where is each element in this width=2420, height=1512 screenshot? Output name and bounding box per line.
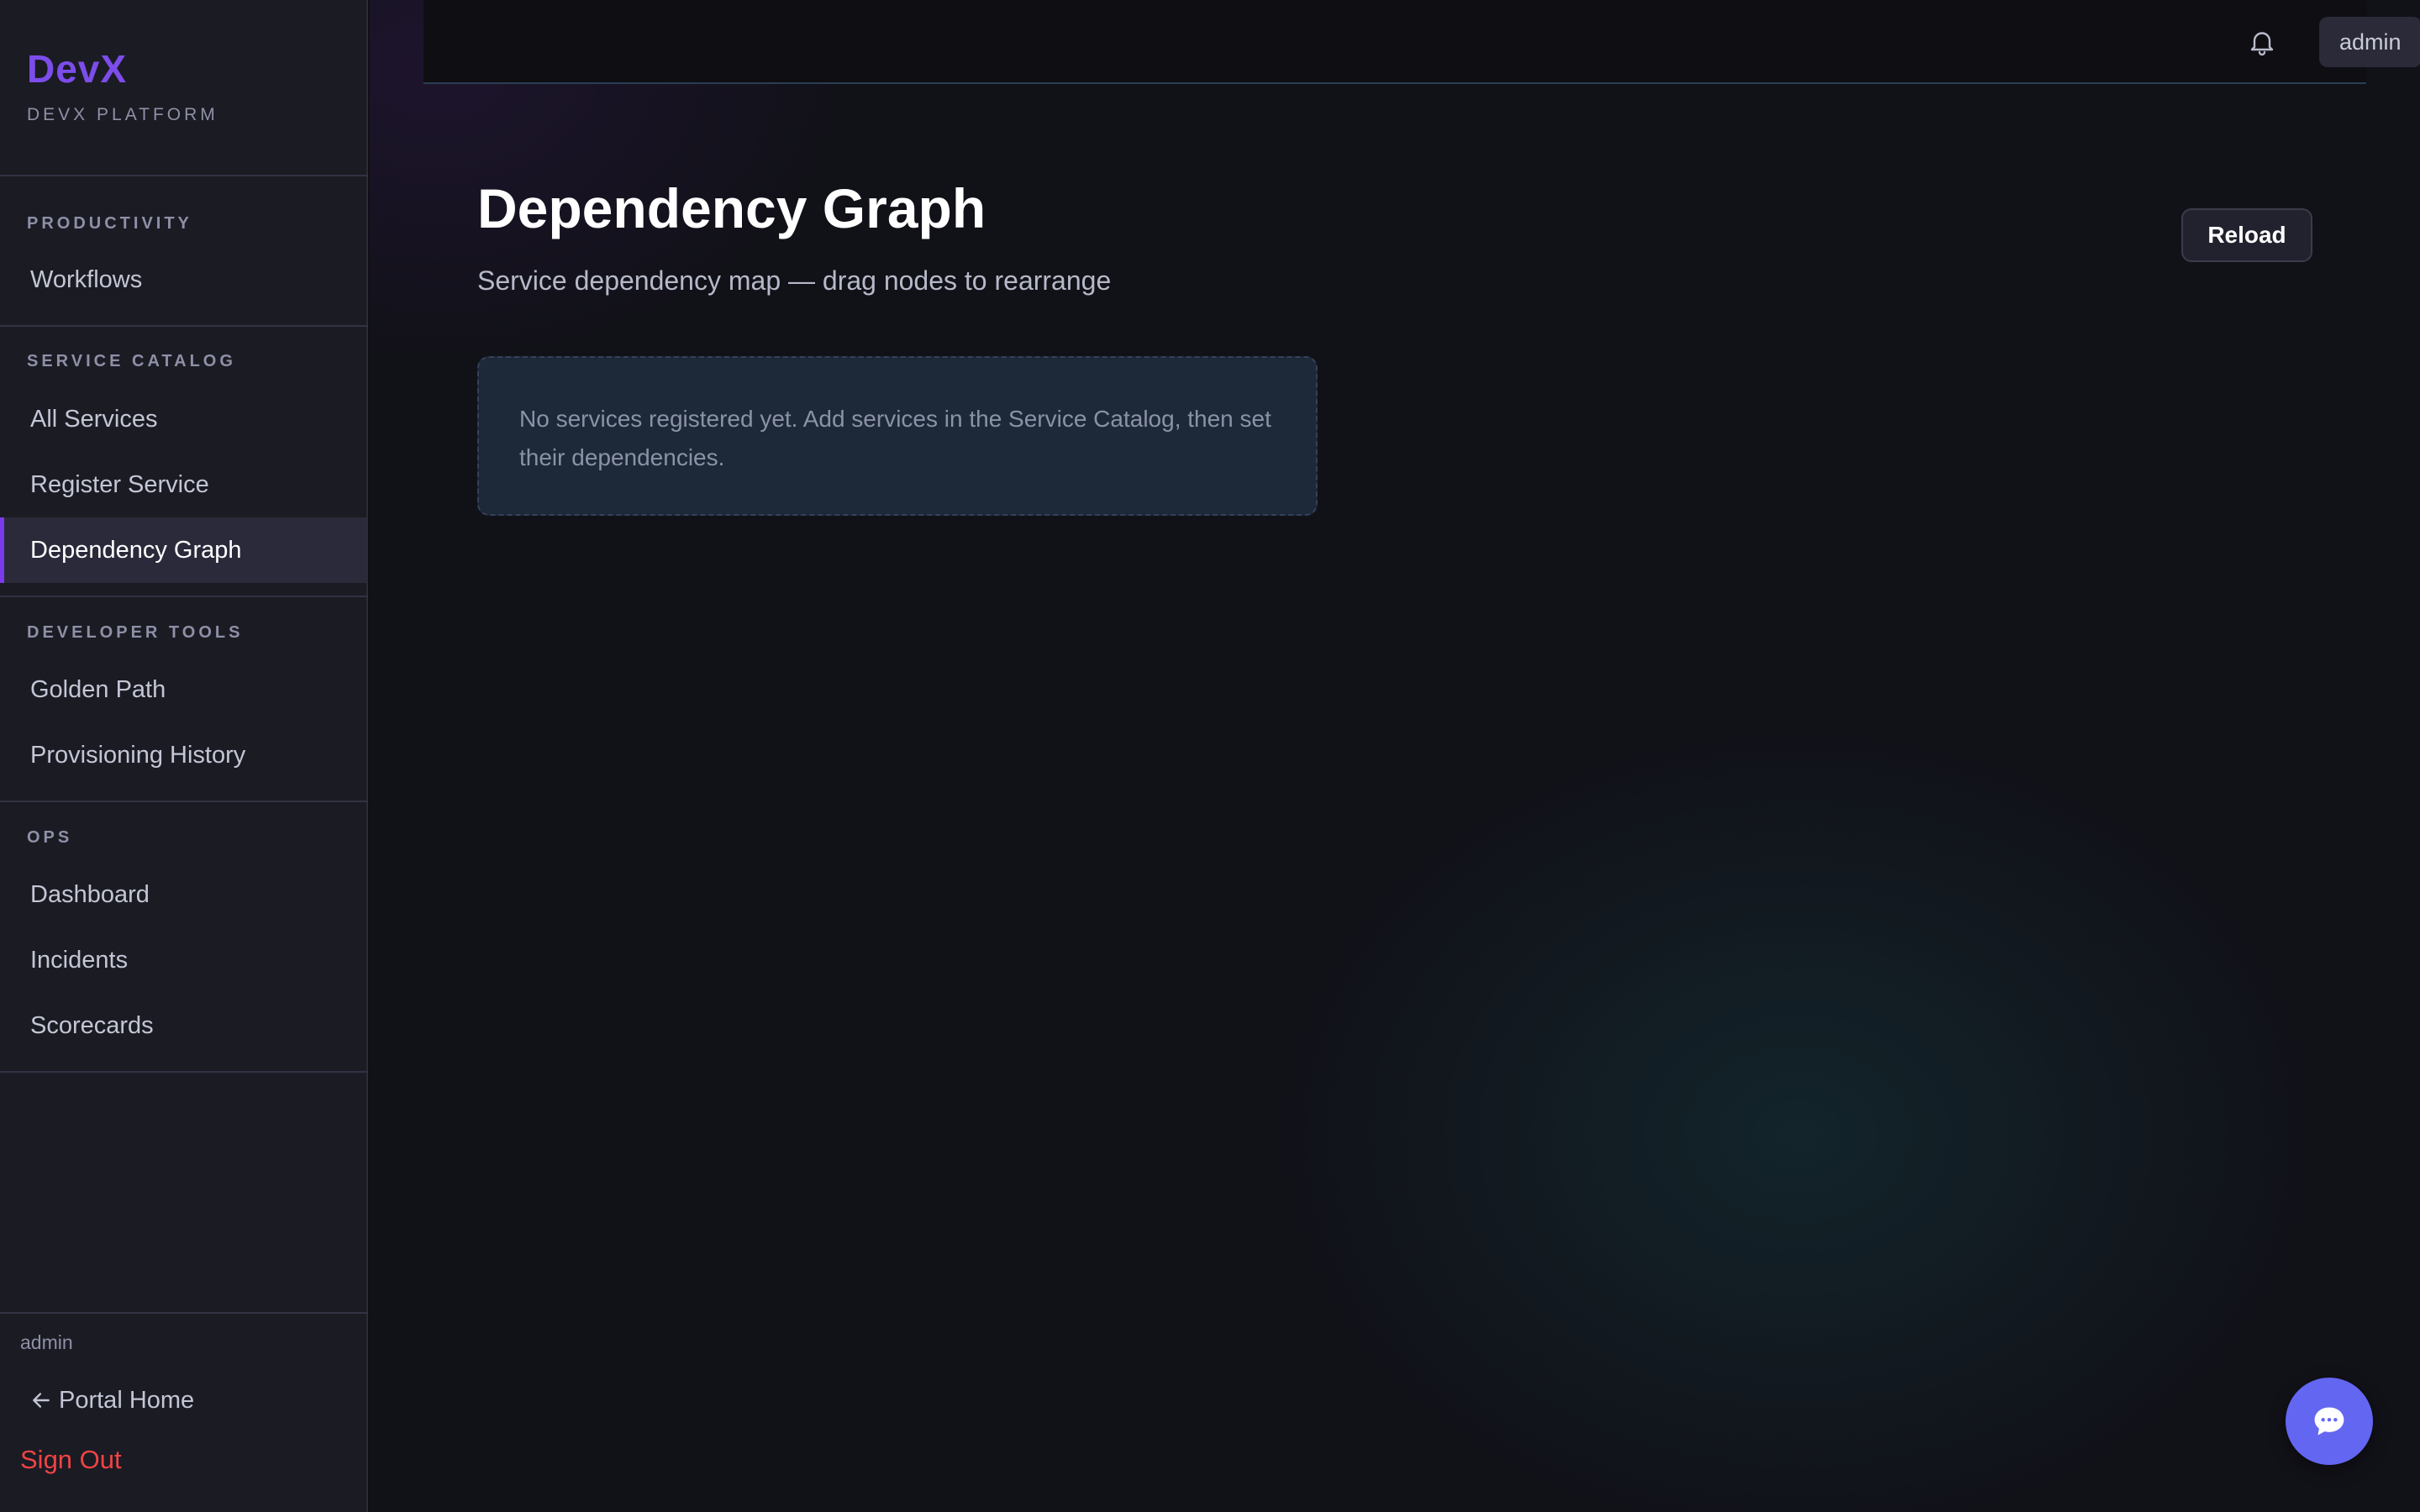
sidebar-item-scorecards[interactable]: Scorecards: [0, 993, 366, 1058]
section-title-productivity: PRODUCTIVITY: [27, 214, 192, 233]
sidebar-item-provisioning-history[interactable]: Provisioning History: [0, 722, 366, 788]
page-title: Dependency Graph: [477, 177, 986, 239]
user-menu-button[interactable]: admin: [2319, 17, 2420, 67]
sidebar-item-label: Register Service: [30, 470, 209, 498]
sidebar-item-label: All Services: [30, 405, 158, 433]
sidebar-item-golden-path[interactable]: Golden Path: [0, 657, 366, 722]
sidebar-divider: [0, 1312, 368, 1314]
sidebar-item-dependency-graph[interactable]: Dependency Graph: [0, 517, 366, 583]
chat-button[interactable]: [2286, 1378, 2373, 1465]
sidebar-username: admin: [20, 1331, 73, 1353]
main-content: admin Dependency Graph Service dependenc…: [370, 0, 2420, 1512]
reload-button[interactable]: Reload: [2181, 208, 2312, 262]
sign-out-button[interactable]: Sign Out: [20, 1441, 122, 1478]
chat-bubble-icon: [2314, 1407, 2344, 1436]
sidebar-divider: [0, 325, 368, 327]
sidebar-item-label: Incidents: [30, 946, 129, 974]
topbar: admin: [424, 0, 2420, 84]
section-title-ops: OPS: [27, 828, 73, 847]
section-title-service-catalog: SERVICE CATALOG: [27, 352, 236, 370]
sidebar-divider: [0, 1071, 368, 1073]
sidebar: DevX DEVX PLATFORM PRODUCTIVITY Workflow…: [0, 0, 368, 1512]
arrow-left-icon: [33, 1393, 50, 1408]
sidebar-divider: [0, 175, 368, 176]
portal-home-link[interactable]: Portal Home: [30, 1382, 194, 1419]
sidebar-item-register-service[interactable]: Register Service: [0, 452, 366, 517]
brand: DevX DEVX PLATFORM: [27, 47, 218, 126]
bell-icon[interactable]: [2247, 25, 2277, 59]
brand-name[interactable]: DevX: [27, 47, 218, 91]
sidebar-item-label: Provisioning History: [30, 741, 246, 769]
page-subtitle: Service dependency map — drag nodes to r…: [477, 265, 1112, 296]
sidebar-item-dashboard[interactable]: Dashboard: [0, 862, 366, 927]
empty-state-message: No services registered yet. Add services…: [477, 356, 1318, 516]
portal-home-label: Portal Home: [59, 1386, 195, 1414]
sidebar-item-label: Scorecards: [30, 1011, 154, 1039]
sidebar-item-label: Golden Path: [30, 675, 166, 703]
sidebar-item-label: Dashboard: [30, 880, 150, 908]
section-title-developer-tools: DEVELOPER TOOLS: [27, 623, 244, 642]
app: DevX DEVX PLATFORM PRODUCTIVITY Workflow…: [0, 0, 2420, 1512]
brand-subtitle: DEVX PLATFORM: [27, 105, 218, 124]
sidebar-item-workflows[interactable]: Workflows: [0, 247, 366, 312]
sidebar-item-label: Workflows: [30, 265, 143, 293]
sidebar-item-incidents[interactable]: Incidents: [0, 927, 366, 993]
sidebar-divider: [0, 801, 368, 802]
sidebar-item-label: Dependency Graph: [30, 536, 242, 564]
sidebar-item-all-services[interactable]: All Services: [0, 386, 366, 452]
sidebar-divider: [0, 596, 368, 597]
